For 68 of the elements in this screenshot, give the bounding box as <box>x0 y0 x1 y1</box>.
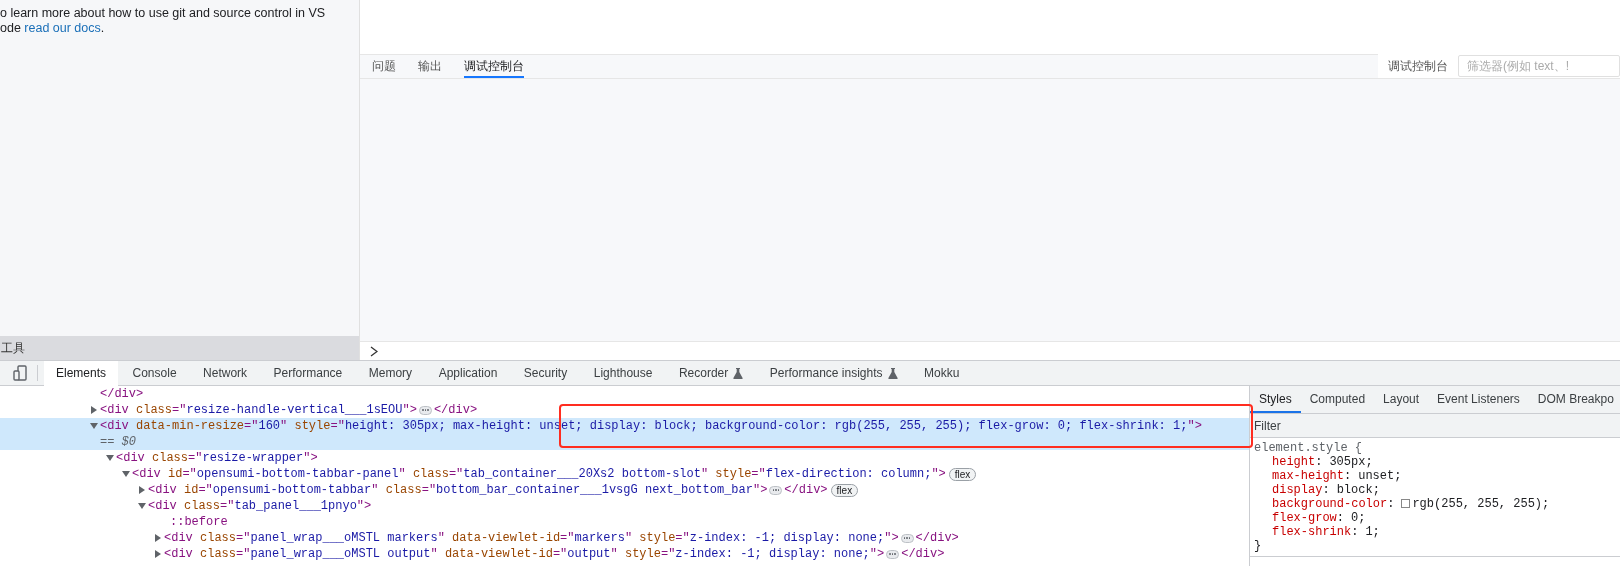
dom-node-code: ::before <box>170 514 228 531</box>
sidebar-tab[interactable]: Layout <box>1374 386 1429 413</box>
devtools-tab[interactable]: Lighthouse <box>581 360 665 386</box>
flask-icon <box>733 367 744 379</box>
dom-node-row[interactable]: <div class="panel_wrap___oMSTL output" data-viewlet-id="output" style="z-index: -1; display: none;"> </div> <box>0 546 1249 562</box>
dom-node-row[interactable]: </div> <box>0 386 1249 402</box>
dom-node-row[interactable]: <div id="opensumi-bottom-tabbar-panel" class="tab_container___20Xs2 bottom-slot" style="flex-direction: column;"> flex <box>0 466 1249 482</box>
styles-filter-field[interactable]: Filter <box>1250 414 1620 438</box>
css-rule-end: } <box>1254 539 1262 553</box>
help-paragraph: o learn more about how to use git and source control in VS ode read our docs. <box>0 5 327 37</box>
dom-node-code: </div> <box>100 386 144 403</box>
panel-tab[interactable]: 输出 <box>418 56 442 78</box>
devtools-tab[interactable]: Security <box>511 360 580 386</box>
dom-node-row[interactable]: <div class="resize-wrapper"> <box>0 450 1249 466</box>
devtools-tab[interactable]: Network <box>191 360 260 386</box>
console-filter-field[interactable]: 筛选器(例如 text、! <box>1458 55 1620 77</box>
dom-node-code: <div class="tab_panel___1pnyo"> <box>148 498 372 515</box>
dom-node-code: <div class="resize-handle-vertical___1sEOU"> <box>100 402 417 419</box>
css-declaration[interactable]: height: 305px; <box>1254 455 1373 469</box>
devtools-tab[interactable]: Memory <box>356 360 425 386</box>
dom-node-row[interactable]: ::before <box>0 514 1249 530</box>
collapsed-triangle-icon[interactable] <box>90 406 98 414</box>
console-source-label[interactable]: 调试控制台 <box>1378 57 1458 75</box>
flex-badge[interactable]: flex <box>830 483 859 497</box>
css-declaration[interactable]: display: block; <box>1254 483 1380 497</box>
devtools-tab[interactable]: Mokku <box>912 360 972 386</box>
closing-tag: </div> <box>433 401 478 419</box>
css-declaration[interactable]: background-color: rgb(255, 255, 255); <box>1254 497 1550 511</box>
sidebar-tab[interactable]: Computed <box>1300 386 1375 413</box>
device-toggle-icon[interactable] <box>13 365 27 381</box>
prompt-chevron-icon <box>370 345 378 357</box>
dom-node-code: <div class="panel_wrap___oMSTL markers" data-viewlet-id="markers" style="z-index: -1; display: none;"> <box>164 530 899 547</box>
ellipsis-icon[interactable] <box>418 405 432 415</box>
devtools-tab[interactable]: Application <box>426 360 510 386</box>
ellipsis-icon[interactable] <box>900 533 914 543</box>
closing-tag: </div> <box>784 481 828 499</box>
devtools-tab[interactable]: Console <box>120 360 189 386</box>
dom-node-row[interactable]: <div class="tab_panel___1pnyo"> <box>0 498 1249 514</box>
dom-node-code: <div id="opensumi-bottom-tabbar" class="bottom_bar_container___1vsgG next_bottom_bar"> <box>148 482 768 499</box>
dom-node-code: <div class="resize-wrapper"> <box>116 450 318 467</box>
dom-node-row[interactable]: <div id="opensumi-bottom-tabbar" class="bottom_bar_container___1vsgG next_bottom_bar"> </div> flex <box>0 482 1249 498</box>
closing-tag: </div> <box>901 545 945 563</box>
css-declaration[interactable]: flex-grow: 0; <box>1254 511 1366 525</box>
collapsed-triangle-icon[interactable] <box>138 486 146 494</box>
dom-node-code: <div id="opensumi-bottom-tabbar-panel" class="tab_container___20Xs2 bottom-slot" style="flex-direction: column;"> <box>132 466 946 483</box>
dom-node-row[interactable]: <div class="panel_wrap___oMSTL markers" data-viewlet-id="markers" style="z-index: -1; display: none;"> </div> <box>0 530 1249 546</box>
devtools-tab[interactable]: Elements <box>44 360 119 386</box>
expanded-triangle-icon[interactable] <box>90 422 98 430</box>
devtools-tab[interactable]: Performance insights <box>757 360 910 386</box>
sidebar-tab[interactable]: DOM Breakpo <box>1528 386 1620 413</box>
devtools-tab[interactable]: Performance <box>261 360 355 386</box>
expanded-triangle-icon[interactable] <box>138 502 146 510</box>
node-reference: == $0 <box>100 434 136 451</box>
css-selector: element.style { <box>1254 441 1363 455</box>
dom-node-row[interactable]: <div class="resize-handle-vertical___1sEOU"> </div> <box>0 402 1249 418</box>
css-declaration[interactable]: max-height: unset; <box>1254 469 1402 483</box>
closing-tag: </div> <box>915 529 959 547</box>
flask-icon <box>887 367 898 379</box>
ellipsis-icon[interactable] <box>769 485 783 495</box>
ellipsis-icon[interactable] <box>886 549 900 559</box>
sidebar-tab[interactable]: Event Listeners <box>1428 386 1529 413</box>
docs-link[interactable]: read our docs <box>24 21 101 35</box>
css-declaration[interactable]: flex-shrink: 1; <box>1254 525 1380 539</box>
panel-tab[interactable]: 问题 <box>372 56 396 78</box>
footer-label: 工具 <box>0 340 25 357</box>
devtools-tab[interactable]: Recorder <box>666 360 756 386</box>
dom-node-code: <div class="panel_wrap___oMSTL output" data-viewlet-id="output" style="z-index: -1; display: none;"> <box>164 546 885 563</box>
flex-badge[interactable]: flex <box>948 467 977 481</box>
